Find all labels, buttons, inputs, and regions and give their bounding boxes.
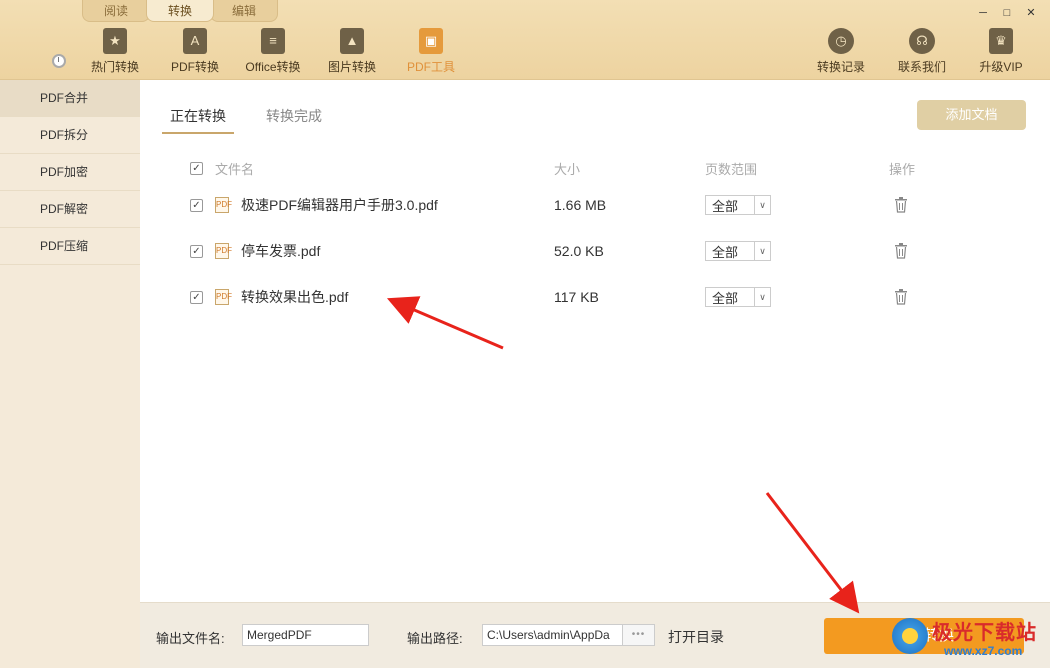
- headset-icon: ☊: [909, 28, 935, 54]
- output-name-input[interactable]: MergedPDF: [242, 624, 369, 646]
- table-row: ✓ PDF 转换效果出色.pdf 117 KB 全部 ∨: [190, 274, 1020, 320]
- toolbar-history[interactable]: ◷ 转换记录: [814, 28, 868, 76]
- toolbar-label: 热门转换: [90, 60, 139, 74]
- page-range-value: 全部: [712, 244, 739, 260]
- top-header: 阅读 转换 编辑 ─ □ ✕ ★ 热门转换 A PDF转换 ≡ Office转换…: [0, 0, 1050, 80]
- toolbar-label: 升级VIP: [979, 60, 1023, 74]
- close-button[interactable]: ✕: [1024, 6, 1038, 20]
- pdf-file-icon: PDF: [215, 243, 232, 259]
- pdf-file-icon: PDF: [215, 289, 232, 305]
- row-checkbox[interactable]: ✓: [190, 290, 203, 304]
- column-header-name: 文件名: [215, 161, 255, 177]
- table-header: ✓ 文件名 大小 页数范围 操作: [190, 154, 1020, 182]
- output-name-label: 输出文件名:: [156, 631, 225, 646]
- site-watermark: 极光下载站 www.xz7.com: [892, 614, 1044, 664]
- trash-icon[interactable]: [894, 243, 908, 259]
- page-range-select[interactable]: 全部 ∨: [705, 287, 771, 307]
- browse-button[interactable]: •••: [623, 624, 655, 646]
- toolbar-pdf-tools[interactable]: ▣ PDF工具: [406, 28, 456, 76]
- pdf-file-icon: PDF: [215, 197, 232, 213]
- toolbar-hot-convert[interactable]: ★ 热门转换: [90, 28, 140, 76]
- file-size: 52.0 KB: [554, 243, 604, 259]
- toolbar-pdf-convert[interactable]: A PDF转换: [168, 28, 222, 76]
- tab-converting[interactable]: 正在转换: [162, 102, 234, 134]
- open-directory-link[interactable]: 打开目录: [668, 627, 724, 647]
- file-name: 停车发票.pdf: [241, 243, 321, 259]
- column-header-range: 页数范围: [705, 161, 758, 177]
- crown-icon: ♛: [989, 28, 1013, 54]
- toolbar-label: 图片转换: [327, 60, 376, 74]
- document-icon: ≡: [261, 28, 285, 54]
- file-name: 转换效果出色.pdf: [241, 289, 349, 305]
- file-table: ✓ 文件名 大小 页数范围 操作 ✓ PDF 极速PDF编辑器用户手册3.0.p…: [190, 154, 1020, 320]
- output-path-label: 输出路径:: [407, 631, 463, 646]
- mode-tab-read[interactable]: 阅读: [82, 0, 150, 22]
- status-tabs: 正在转换 转换完成: [162, 102, 322, 134]
- sidebar-item-pdf-compress[interactable]: PDF压缩: [0, 228, 140, 265]
- page-range-select[interactable]: 全部 ∨: [705, 195, 771, 215]
- mode-tab-edit[interactable]: 编辑: [210, 0, 278, 22]
- file-size: 1.66 MB: [554, 197, 607, 213]
- chevron-down-icon: ∨: [754, 288, 770, 306]
- watermark-title: 极光下载站: [932, 622, 1037, 644]
- pdf-icon: A: [183, 28, 207, 54]
- add-document-button[interactable]: 添加文档: [917, 100, 1026, 130]
- window-controls: ─ □ ✕: [976, 6, 1038, 20]
- select-all-checkbox[interactable]: ✓: [190, 161, 203, 175]
- toolbar-office-convert[interactable]: ≡ Office转换: [243, 28, 303, 76]
- mode-tab-convert[interactable]: 转换: [146, 0, 214, 22]
- page-range-select[interactable]: 全部 ∨: [705, 241, 771, 261]
- minimize-button[interactable]: ─: [976, 6, 990, 20]
- trash-icon[interactable]: [894, 197, 908, 213]
- history-clock-icon[interactable]: [52, 54, 66, 68]
- star-icon: ★: [103, 28, 127, 54]
- toolbar-label: PDF转换: [170, 60, 219, 74]
- image-icon: ▲: [340, 28, 364, 54]
- toolbar-label: Office转换: [245, 60, 301, 74]
- maximize-button[interactable]: □: [1000, 6, 1014, 20]
- sidebar-item-pdf-split[interactable]: PDF拆分: [0, 117, 140, 154]
- sidebar-item-pdf-decrypt[interactable]: PDF解密: [0, 191, 140, 228]
- row-checkbox[interactable]: ✓: [190, 244, 203, 258]
- sidebar-item-pdf-encrypt[interactable]: PDF加密: [0, 154, 140, 191]
- watermark-url: www.xz7.com: [944, 644, 1023, 658]
- column-header-size: 大小: [554, 161, 581, 177]
- toolbar-image-convert[interactable]: ▲ 图片转换: [326, 28, 378, 76]
- page-range-value: 全部: [712, 290, 739, 306]
- column-header-action: 操作: [889, 161, 916, 177]
- sidebar: PDF合并 PDF拆分 PDF加密 PDF解密 PDF压缩: [0, 80, 140, 668]
- chevron-down-icon: ∨: [754, 242, 770, 260]
- page-range-value: 全部: [712, 198, 739, 214]
- clock-icon: ◷: [828, 28, 854, 54]
- toolbar-upgrade-vip[interactable]: ♛ 升级VIP: [976, 28, 1026, 76]
- sidebar-item-pdf-merge[interactable]: PDF合并: [0, 80, 140, 117]
- output-path-input[interactable]: C:\Users\admin\AppDa: [482, 624, 623, 646]
- mode-tabs: 阅读 转换 编辑: [82, 0, 278, 22]
- trash-icon[interactable]: [894, 289, 908, 305]
- table-row: ✓ PDF 极速PDF编辑器用户手册3.0.pdf 1.66 MB 全部 ∨: [190, 182, 1020, 228]
- main-panel: 正在转换 转换完成 添加文档 ✓ 文件名 大小 页数范围 操作 ✓ PDF 极速…: [140, 80, 1050, 602]
- toolbar-label: 转换记录: [816, 60, 865, 74]
- toolbox-icon: ▣: [419, 28, 443, 54]
- tab-completed[interactable]: 转换完成: [266, 102, 322, 134]
- chevron-down-icon: ∨: [754, 196, 770, 214]
- row-checkbox[interactable]: ✓: [190, 198, 203, 212]
- table-row: ✓ PDF 停车发票.pdf 52.0 KB 全部 ∨: [190, 228, 1020, 274]
- toolbar-label: PDF工具: [406, 60, 455, 74]
- file-name: 极速PDF编辑器用户手册3.0.pdf: [241, 197, 438, 213]
- toolbar-contact[interactable]: ☊ 联系我们: [895, 28, 949, 76]
- toolbar-label: 联系我们: [897, 60, 946, 74]
- file-size: 117 KB: [554, 289, 599, 305]
- watermark-logo-icon: [892, 618, 928, 654]
